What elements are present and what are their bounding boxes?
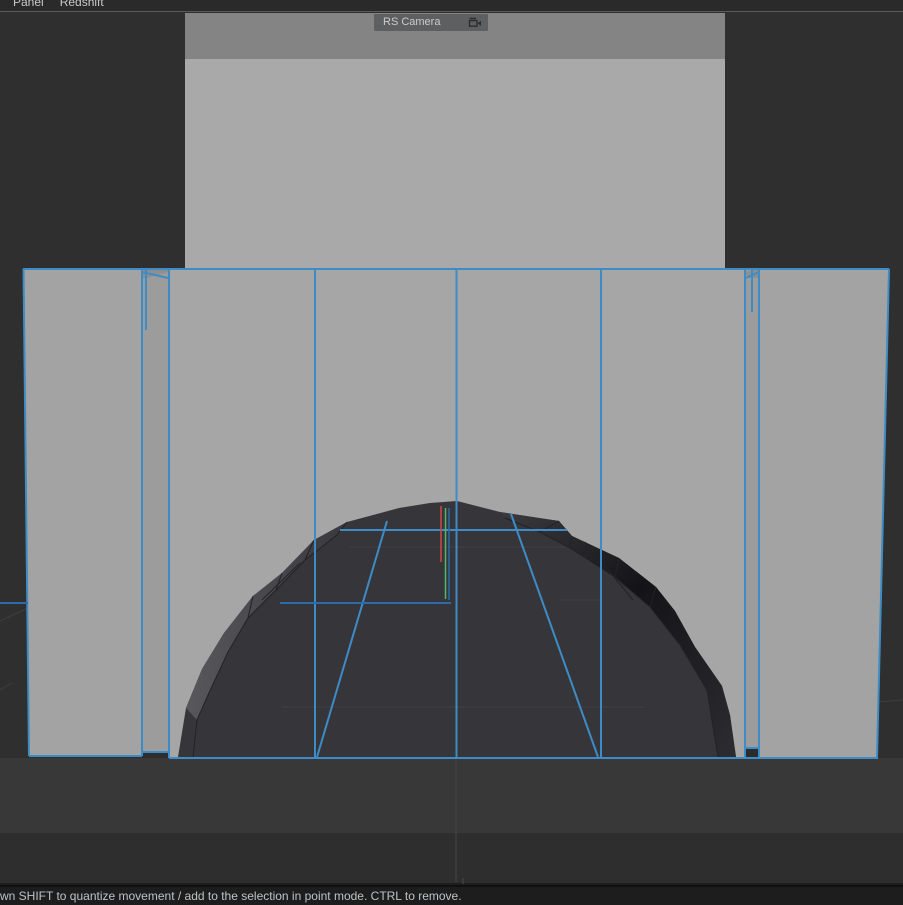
viewport-canvas[interactable]	[0, 12, 903, 903]
menu-item-redshift[interactable]: Redshift	[60, 0, 104, 9]
backdrop[interactable]	[185, 13, 725, 270]
right-panel	[759, 269, 889, 758]
status-bar: wn SHIFT to quantize movement / add to t…	[0, 885, 903, 905]
camera-label[interactable]: RS Camera	[374, 14, 488, 31]
viewport[interactable]	[0, 12, 903, 885]
status-message: wn SHIFT to quantize movement / add to t…	[0, 889, 903, 904]
camera-label-text: RS Camera	[383, 17, 440, 28]
menu-item-panel[interactable]: Panel	[13, 0, 44, 9]
right-strip	[745, 269, 759, 748]
application-window: { "menu_bar": { "items": [ { "label": "P…	[0, 0, 903, 903]
left-strip	[142, 269, 169, 752]
menu-bar: Panel Redshift	[0, 0, 903, 12]
left-panel	[24, 269, 143, 756]
camera-icon	[468, 17, 482, 28]
ground-band	[0, 758, 903, 833]
